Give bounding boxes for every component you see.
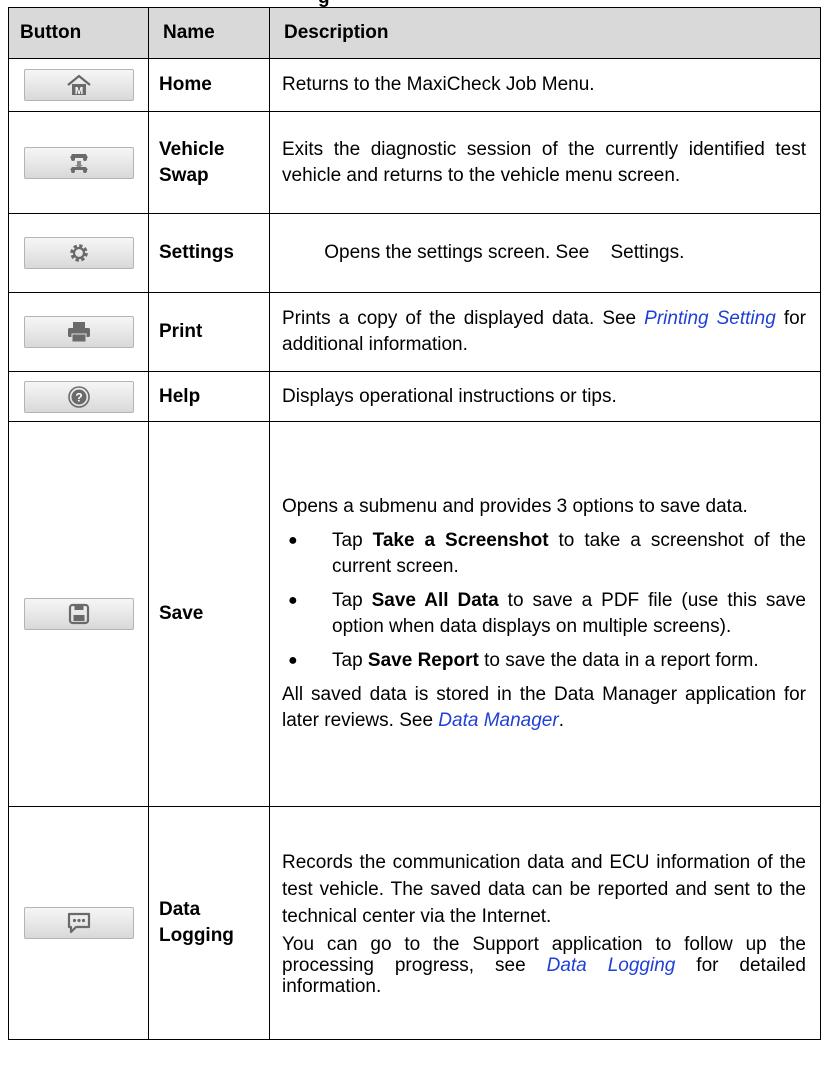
bullet-icon: ● — [288, 592, 298, 609]
column-header-button: Button — [8, 7, 149, 59]
column-header-name: Name — [148, 7, 270, 59]
bullet-icon: ● — [288, 532, 298, 549]
list-item: ● Tap Save All Data to save a PDF file (… — [288, 590, 806, 637]
vehicle-swap-icon — [69, 153, 88, 173]
save-outro: All saved data is stored in the Data Man… — [282, 684, 806, 731]
list-item: ● Tap Take a Screenshot to take a screen… — [288, 530, 806, 577]
table-row: Print Prints a copy of the displayed dat… — [8, 292, 821, 372]
svg-text:?: ? — [75, 390, 82, 404]
table-row: ? Help Displays operational instructions… — [8, 371, 821, 422]
toolbar-buttons-table: Button Name Description M Home Returns t… — [8, 7, 821, 1040]
home-icon: M — [66, 74, 91, 97]
gear-icon — [69, 244, 88, 262]
table-row: Vehicle Swap Exits the diagnostic sessio… — [8, 111, 821, 214]
row-name: Vehicle Swap — [148, 111, 270, 214]
print-button[interactable] — [23, 316, 134, 348]
column-header-description: Description — [269, 7, 821, 59]
row-description: Records the communication data and ECU i… — [269, 806, 821, 1040]
row-name: Print — [148, 292, 270, 372]
home-button[interactable]: M — [23, 69, 134, 101]
data-manager-link[interactable]: Data Manager — [438, 710, 558, 731]
row-description: Opens a submenu and provides 3 options t… — [269, 421, 821, 807]
data-logging-button[interactable] — [23, 907, 134, 939]
floppy-disk-icon — [68, 603, 89, 625]
save-intro: Opens a submenu and provides 3 options t… — [282, 496, 748, 517]
table-row: Data Logging Records the communication d… — [8, 806, 821, 1040]
row-description: Displays operational instructions or tip… — [269, 371, 821, 422]
list-item: ● Tap Save Report to save the data in a … — [282, 648, 806, 674]
help-icon: ? — [67, 385, 90, 408]
bullet-icon: ● — [288, 652, 298, 669]
table-header-row: Button Name Description — [8, 7, 821, 59]
row-name: Home — [148, 58, 270, 112]
row-description: Opens the settings screen. See Settings. — [269, 213, 821, 293]
row-description: Prints a copy of the displayed data. See… — [269, 292, 821, 372]
help-button[interactable]: ? — [23, 380, 134, 413]
table-row: M Home Returns to the MaxiCheck Job Menu… — [8, 58, 821, 112]
svg-text:M: M — [74, 86, 82, 97]
settings-button[interactable] — [23, 237, 134, 269]
row-description: Exits the diagnostic session of the curr… — [269, 111, 821, 214]
row-name: Data Logging — [148, 806, 270, 1040]
chat-bubble-icon — [67, 912, 90, 934]
printer-icon — [67, 322, 90, 343]
vehicle-swap-button[interactable] — [23, 146, 134, 179]
save-button[interactable] — [23, 598, 134, 630]
data-logging-link[interactable]: Data Logging — [547, 955, 676, 976]
table-row: Save Opens a submenu and provides 3 opti… — [8, 421, 821, 807]
printing-setting-link[interactable]: Printing Setting — [644, 308, 776, 329]
row-name: Settings — [148, 213, 270, 293]
table-row: Settings Opens the settings screen. See … — [8, 213, 821, 293]
row-name: Help — [148, 371, 270, 422]
row-name: Save — [148, 421, 270, 807]
row-description: Returns to the MaxiCheck Job Menu. — [269, 58, 821, 112]
